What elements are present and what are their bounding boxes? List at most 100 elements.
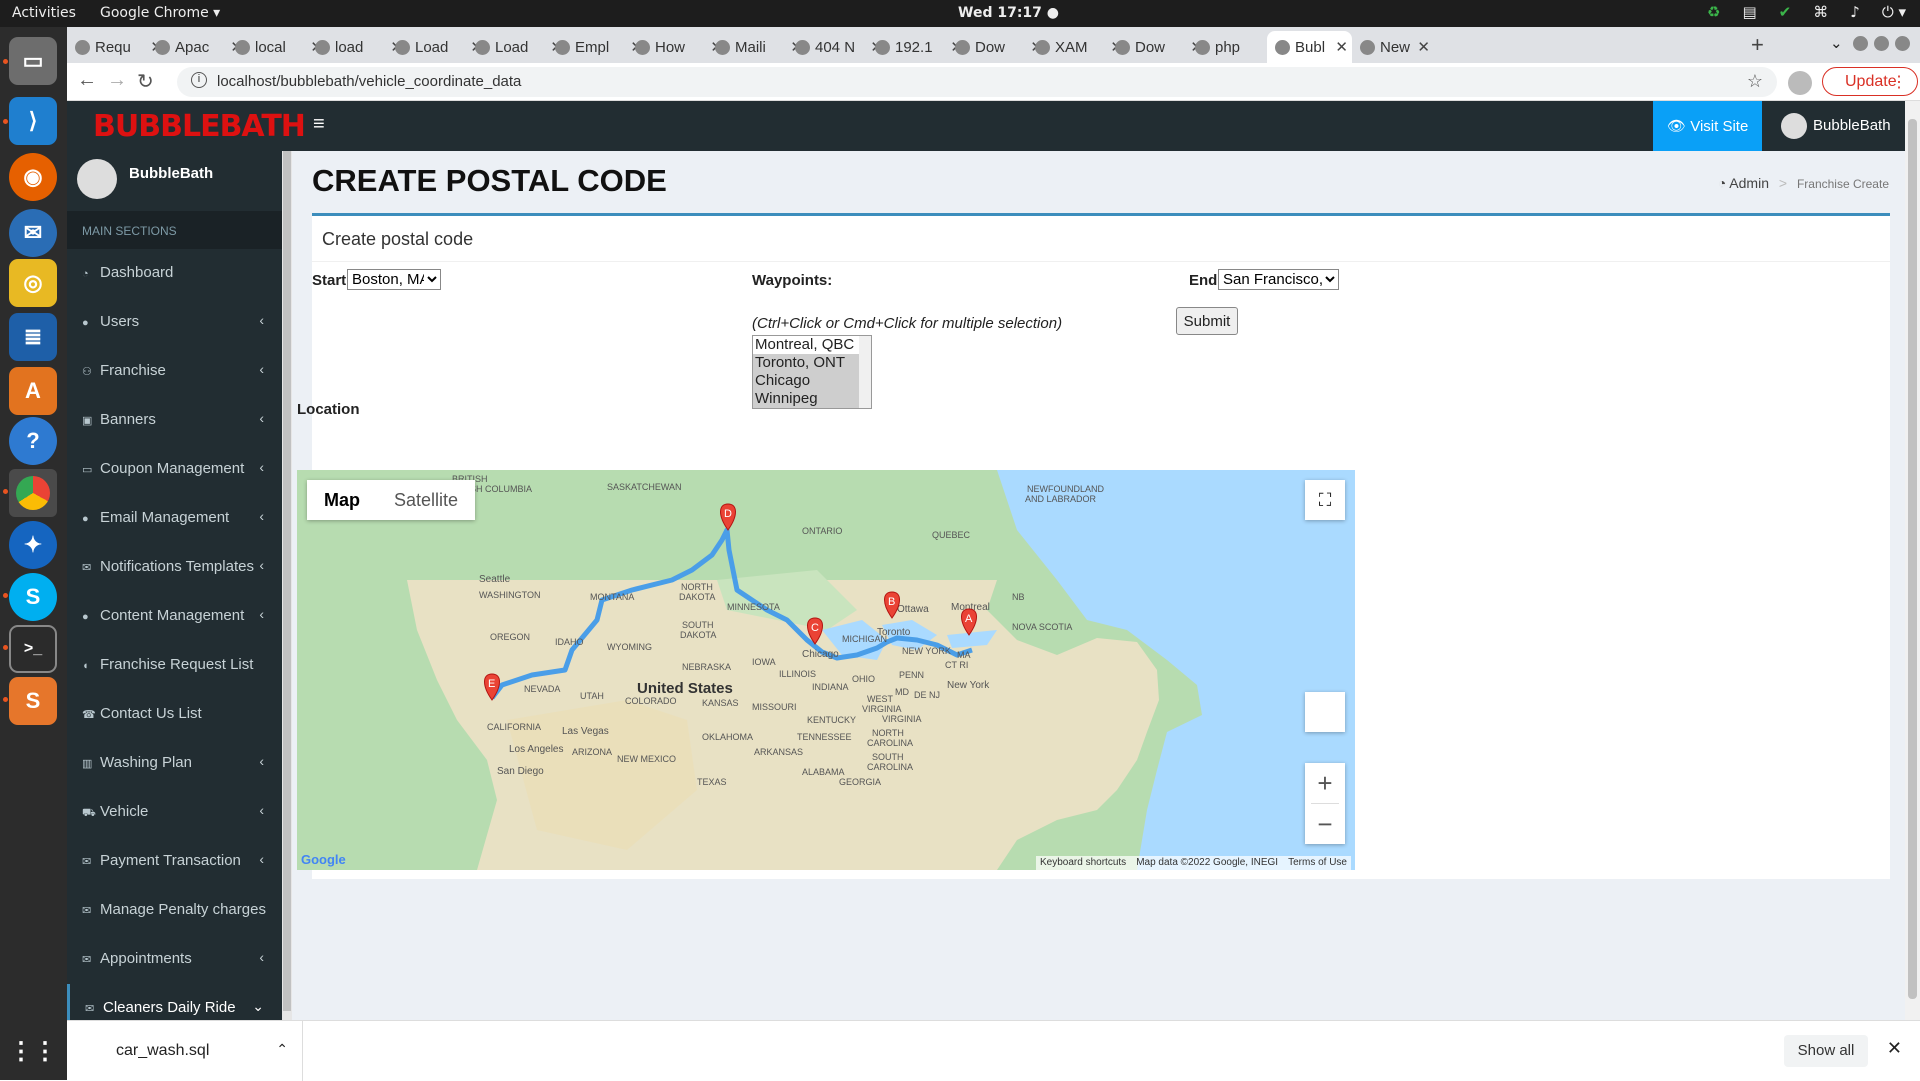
tab-search-icon[interactable]: ⌄ — [1830, 34, 1843, 52]
address-bar[interactable]: i localhost/bubblebath/vehicle_coordinat… — [177, 67, 1777, 97]
sidebar-item-label: Content Management — [100, 607, 245, 624]
map-label: SASKATCHEWAN — [607, 482, 682, 492]
waypoints-multiselect[interactable]: Montreal, QBC Toronto, ONT Chicago Winni… — [752, 335, 872, 409]
breadcrumb-home[interactable]: Admin — [1729, 175, 1769, 191]
waypoint-option[interactable]: Winnipeg — [753, 390, 871, 408]
terms-link[interactable]: Terms of Use — [1288, 857, 1347, 869]
sidebar-item-content-management[interactable]: ● Content Management ‹ — [67, 592, 282, 641]
help-icon[interactable]: ? — [9, 417, 57, 465]
firefox-icon[interactable]: ◉ — [9, 153, 57, 201]
clock[interactable]: Wed 17:17 ● — [958, 5, 1059, 21]
sidebar-item-vehicle[interactable]: ⛟ Vehicle ‹ — [67, 788, 282, 837]
rhythmbox-icon[interactable]: ◎ — [9, 259, 57, 307]
terminal-icon[interactable]: >_ — [9, 625, 57, 673]
recycle-icon[interactable]: ♻ — [1707, 3, 1720, 21]
show-apps-icon[interactable]: ⋮⋮ — [9, 1027, 57, 1075]
sidebar-item-label: Cleaners Daily Ride — [103, 999, 236, 1016]
notes-icon[interactable]: ▤ — [1742, 3, 1756, 21]
waypoint-option[interactable]: Montreal, QBC — [753, 336, 871, 354]
app-menu[interactable]: Google Chrome ▾ — [100, 5, 220, 21]
check-icon[interactable]: ✔ — [1779, 3, 1792, 21]
network-icon[interactable]: ⌘ — [1813, 3, 1828, 21]
chrome-icon[interactable] — [9, 469, 57, 517]
software-center-icon[interactable]: A — [9, 367, 57, 415]
profile-avatar[interactable] — [1788, 71, 1812, 95]
map-canvas[interactable]: BRITISH BRITISH COLUMBIA SASKATCHEWAN ON… — [297, 470, 1355, 870]
browser-tab[interactable]: New ✕ — [1352, 31, 1434, 63]
waypoint-option[interactable]: Toronto, ONT — [753, 354, 871, 372]
map-type-map-button[interactable]: Map — [307, 480, 377, 520]
site-logo[interactable]: BUBBLEBATH — [67, 101, 306, 151]
update-button[interactable]: Update ⋮ — [1822, 67, 1918, 96]
avatar — [1781, 113, 1807, 139]
start-select[interactable]: Boston, MA — [347, 269, 441, 290]
map-type-satellite-button[interactable]: Satellite — [377, 480, 475, 520]
google-map[interactable]: BRITISH BRITISH COLUMBIA SASKATCHEWAN ON… — [297, 470, 1355, 870]
browser-tab-active[interactable]: Bubl ✕ — [1267, 31, 1352, 63]
map-label: QUEBEC — [932, 530, 971, 540]
network-app-icon[interactable]: ✦ — [9, 521, 57, 569]
map-label: Ottawa — [897, 604, 929, 615]
sidebar-item-appointments[interactable]: ✉ Appointments ‹ — [67, 935, 282, 984]
zoom-in-button[interactable]: + — [1305, 763, 1345, 803]
sublime-icon[interactable]: S — [9, 677, 57, 725]
sidebar-item-users[interactable]: ● Users ‹ — [67, 298, 282, 347]
sidebar-item-franchise-request-list[interactable]: ◖ Franchise Request List — [67, 641, 282, 690]
user-menu[interactable]: BubbleBath — [1769, 101, 1905, 151]
sidebar-item-email-management[interactable]: ● Email Management ‹ — [67, 494, 282, 543]
pegman-control[interactable] — [1305, 692, 1345, 732]
sidebar-item-manage-penalty-charges[interactable]: ✉ Manage Penalty charges — [67, 886, 282, 935]
back-icon[interactable]: ← — [77, 69, 97, 92]
close-tab-icon[interactable]: ✕ — [1335, 38, 1348, 56]
page-title: CREATE POSTAL CODE — [312, 163, 667, 198]
sidebar-item-franchise[interactable]: ⚇ Franchise ‹ — [67, 347, 282, 396]
end-select[interactable]: San Francisco, CA — [1218, 269, 1339, 290]
sidebar-toggle-icon[interactable]: ≡ — [313, 113, 325, 136]
sidebar-item-dashboard[interactable]: ◔ Dashboard — [67, 249, 282, 298]
volume-icon[interactable]: ♪ — [1850, 3, 1860, 21]
reload-icon[interactable]: ↻ — [137, 69, 154, 94]
vscode-icon[interactable]: ⟩ — [9, 97, 57, 145]
zoom-out-button[interactable]: − — [1305, 804, 1345, 844]
map-label: Seattle — [479, 574, 511, 585]
waypoints-scrollbar[interactable] — [859, 336, 871, 408]
keyboard-shortcuts-link[interactable]: Keyboard shortcuts — [1040, 857, 1126, 869]
waypoint-option[interactable]: Chicago — [753, 372, 871, 390]
page-scrollbar[interactable] — [1905, 101, 1920, 1020]
map-label: ARKANSAS — [754, 747, 803, 757]
download-file-name: car_wash.sql — [116, 1042, 210, 1059]
sidebar-item-notifications-templates[interactable]: ✉ Notifications Templates ‹ — [67, 543, 282, 592]
sidebar-item-coupon-management[interactable]: ▭ Coupon Management ‹ — [67, 445, 282, 494]
browser-toolbar: ← → ↻ i localhost/bubblebath/vehicle_coo… — [67, 63, 1920, 101]
maximize-icon[interactable] — [1874, 36, 1889, 51]
google-logo[interactable]: Google — [301, 852, 346, 867]
sidebar-item-cleaners-daily-ride[interactable]: ✉ Cleaners Daily Ride ⌄ — [67, 984, 282, 1020]
sidebar-item-banners[interactable]: ▣ Banners ‹ — [67, 396, 282, 445]
writer-icon[interactable]: ≣ — [9, 313, 57, 361]
chevron-up-icon[interactable]: ⌃ — [276, 1041, 288, 1058]
sidebar-item-contact-us-list[interactable]: ☎ Contact Us List — [67, 690, 282, 739]
minimize-icon[interactable] — [1853, 36, 1868, 51]
visit-site-button[interactable]: 👁 Visit Site — [1653, 101, 1762, 151]
close-tab-icon[interactable]: ✕ — [1417, 38, 1430, 56]
sidebar-scrollbar[interactable] — [282, 151, 292, 1020]
sidebar-item-washing-plan[interactable]: ▥ Washing Plan ‹ — [67, 739, 282, 788]
sidebar-item-label: Franchise Request List — [100, 656, 254, 673]
activities-button[interactable]: Activities — [12, 5, 76, 21]
download-item[interactable]: car_wash.sql ⌃ — [67, 1021, 303, 1081]
close-window-icon[interactable] — [1895, 36, 1910, 51]
show-all-button[interactable]: Show all — [1784, 1035, 1868, 1067]
close-icon[interactable]: ✕ — [1887, 1038, 1902, 1059]
skype-icon[interactable]: S — [9, 573, 57, 621]
bookmark-star-icon[interactable]: ☆ — [1747, 71, 1763, 92]
sidebar-item-payment-transaction[interactable]: ✉ Payment Transaction ‹ — [67, 837, 282, 886]
map-label: IDAHO — [555, 637, 584, 647]
submit-button[interactable]: Submit — [1176, 307, 1238, 335]
site-info-icon[interactable]: i — [191, 72, 207, 88]
files-app-icon[interactable]: ▭ — [9, 37, 57, 85]
forward-icon[interactable]: → — [107, 69, 127, 92]
new-tab-button[interactable]: + — [1751, 32, 1764, 58]
thunderbird-icon[interactable]: ✉ — [9, 209, 57, 257]
fullscreen-icon[interactable]: ⛶ — [1305, 480, 1345, 520]
power-icon[interactable]: ⏻ ▾ — [1882, 3, 1906, 21]
